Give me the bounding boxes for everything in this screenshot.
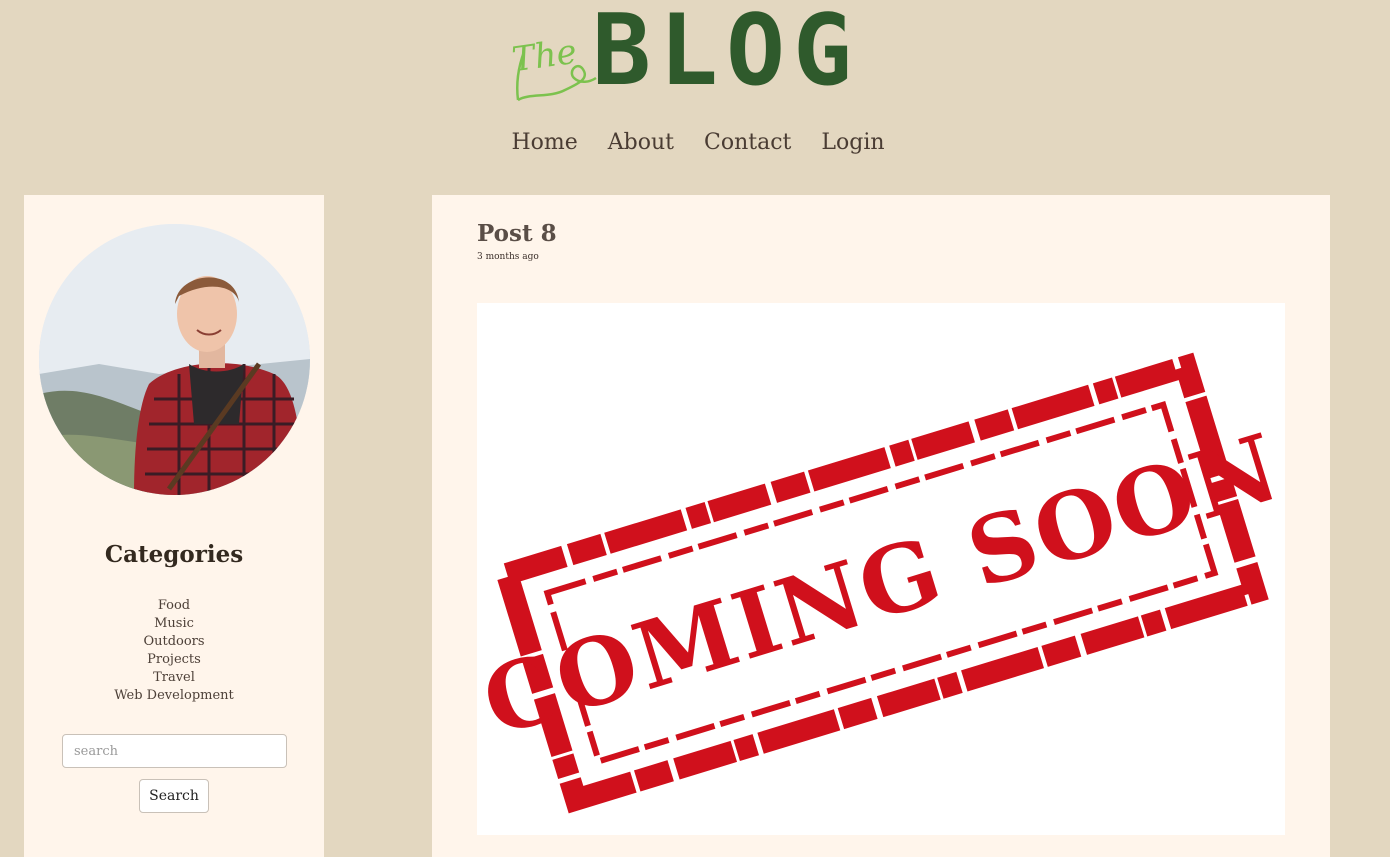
nav-home[interactable]: Home <box>511 130 577 155</box>
post-date: 3 months ago <box>477 252 539 262</box>
nav-about[interactable]: About <box>608 130 674 155</box>
search-button[interactable]: Search <box>139 779 209 813</box>
main-nav: Home About Contact Login <box>0 130 1390 155</box>
category-link-projects[interactable]: Projects <box>24 651 324 669</box>
post-title[interactable]: Post 8 <box>477 220 557 247</box>
author-avatar <box>39 224 310 495</box>
coming-soon-stamp: COMING SOON <box>477 352 1285 814</box>
category-link-web-development[interactable]: Web Development <box>24 687 324 705</box>
category-link-outdoors[interactable]: Outdoors <box>24 633 324 651</box>
logo-blog-text: BLOG <box>592 0 861 108</box>
post-image: COMING SOON <box>477 303 1285 835</box>
sidebar: Categories Food Music Outdoors Projects … <box>24 195 324 857</box>
site-logo[interactable]: The BLOG <box>510 2 880 108</box>
category-link-food[interactable]: Food <box>24 597 324 615</box>
nav-contact[interactable]: Contact <box>704 130 791 155</box>
post-panel: Post 8 3 months ago COMING SOON <box>432 195 1330 857</box>
search-input[interactable] <box>62 734 287 768</box>
category-link-music[interactable]: Music <box>24 615 324 633</box>
category-list: Food Music Outdoors Projects Travel Web … <box>24 597 324 705</box>
categories-title: Categories <box>104 541 244 568</box>
category-link-travel[interactable]: Travel <box>24 669 324 687</box>
nav-login[interactable]: Login <box>821 130 884 155</box>
author-photo <box>39 224 310 495</box>
